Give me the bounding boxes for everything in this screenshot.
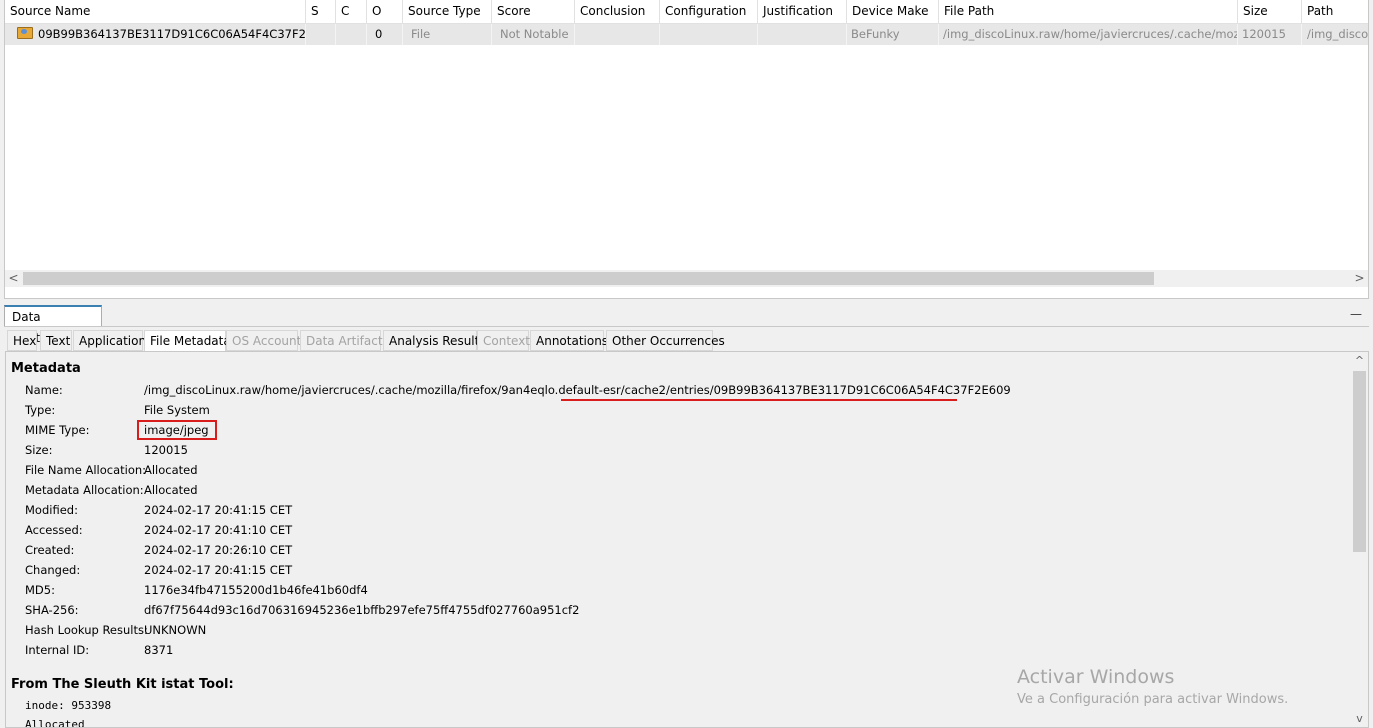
md5-value: 1176e34fb47155200d1b46fe41b60df4 — [144, 583, 368, 597]
modified-value: 2024-02-17 20:41:15 CET — [144, 503, 293, 517]
created-value: 2024-02-17 20:26:10 CET — [144, 543, 293, 557]
column-header-conclusion[interactable]: Conclusion — [575, 0, 660, 23]
tab-other-occurrences[interactable]: Other Occurrences — [606, 330, 725, 351]
internal-id-label: Internal ID: — [25, 643, 90, 657]
tab-data-artifacts: Data Artifacts — [300, 330, 389, 351]
column-header-file-path[interactable]: File Path — [939, 0, 1238, 23]
name-label: Name: — [25, 383, 63, 397]
sha256-value: df67f75644d93c16d706316945236e1bffb297ef… — [144, 603, 580, 617]
table-row[interactable]: 09B99B364137BE3117D91C6C06A54F4C37F2E609… — [5, 24, 1368, 45]
cell-s — [306, 24, 336, 45]
file-name-allocation-label: File Name Allocation: — [25, 463, 147, 477]
column-header-device-make[interactable]: Device Make — [847, 0, 939, 23]
sha256-label: SHA-256: — [25, 603, 79, 617]
cell-conclusion — [575, 24, 660, 45]
tab-hex[interactable]: Hex — [7, 330, 37, 351]
cell-device-make: BeFunky — [847, 24, 939, 45]
column-header-size[interactable]: Size — [1238, 0, 1302, 23]
changed-label: Changed: — [25, 563, 81, 577]
name-highlight-underline — [561, 399, 957, 401]
column-header-configuration[interactable]: Configuration — [660, 0, 758, 23]
mime-type-highlight-box — [137, 420, 217, 440]
tab-context: Context — [477, 330, 530, 351]
activate-windows-title: Activar Windows — [1017, 666, 1175, 688]
horizontal-scroll-thumb[interactable] — [23, 272, 1154, 285]
metadata-heading: Metadata — [11, 361, 81, 376]
horizontal-scrollbar[interactable]: < > — [5, 270, 1368, 287]
md5-label: MD5: — [25, 583, 55, 597]
metadata-allocation-value: Allocated — [144, 483, 198, 497]
istat-inode-line: inode: 953398 — [25, 699, 112, 712]
metadata-allocation-label: Metadata Allocation: — [25, 483, 144, 497]
tab-bar-divider — [4, 326, 1369, 327]
hash-lookup-label: Hash Lookup Results: — [25, 623, 148, 637]
activate-windows-subtitle: Ve a Configuración para activar Windows. — [1017, 692, 1289, 707]
cell-configuration — [660, 24, 758, 45]
cell-c — [336, 24, 367, 45]
results-table[interactable]: Source Name S C O Source Type Score Conc… — [4, 0, 1369, 299]
source-name-text: 09B99B364137BE3117D91C6C06A54F4C37F2E609 — [38, 27, 306, 41]
cell-justification — [758, 24, 847, 45]
tab-application[interactable]: Application — [73, 330, 146, 351]
tab-file-metadata[interactable]: File Metadata — [144, 330, 231, 352]
cell-path: /img_disco — [1302, 24, 1368, 45]
file-name-allocation-value: Allocated — [144, 463, 198, 477]
column-header-score[interactable]: Score — [492, 0, 575, 23]
column-header-s[interactable]: S — [306, 0, 336, 23]
mime-type-label: MIME Type: — [25, 423, 90, 437]
internal-id-value: 8371 — [144, 643, 174, 657]
cell-source-type: File — [403, 24, 492, 45]
accessed-label: Accessed: — [25, 523, 83, 537]
column-header-c[interactable]: C — [336, 0, 367, 23]
cell-o: 0 — [367, 24, 403, 45]
scroll-right-icon[interactable]: > — [1351, 270, 1368, 287]
table-header: Source Name S C O Source Type Score Conc… — [5, 0, 1368, 24]
column-header-source-type[interactable]: Source Type — [403, 0, 492, 23]
vertical-scrollbar[interactable]: ^ v — [1351, 352, 1368, 727]
vertical-scroll-thumb[interactable] — [1353, 371, 1366, 552]
istat-allocated-line: Allocated — [25, 718, 85, 728]
type-label: Type: — [25, 403, 56, 417]
column-header-o[interactable]: O — [367, 0, 403, 23]
tab-analysis-results[interactable]: Analysis Results — [383, 330, 486, 351]
minimize-icon[interactable]: — — [1349, 307, 1363, 323]
accessed-value: 2024-02-17 20:41:10 CET — [144, 523, 293, 537]
image-file-icon — [17, 27, 33, 39]
scroll-down-icon[interactable]: v — [1351, 710, 1368, 727]
created-label: Created: — [25, 543, 75, 557]
type-value: File System — [144, 403, 210, 417]
tab-text[interactable]: Text — [40, 330, 72, 351]
scroll-up-icon[interactable]: ^ — [1351, 352, 1368, 369]
size-label: Size: — [25, 443, 53, 457]
cell-score: Not Notable — [492, 24, 575, 45]
tab-data-content[interactable]: Data Content — [4, 305, 102, 345]
column-header-path[interactable]: Path — [1302, 0, 1368, 23]
cell-size: 120015 — [1238, 24, 1302, 45]
name-value: /img_discoLinux.raw/home/javiercruces/.c… — [144, 383, 1011, 397]
column-header-source-name[interactable]: Source Name — [5, 0, 306, 23]
istat-heading: From The Sleuth Kit istat Tool: — [11, 677, 234, 692]
modified-label: Modified: — [25, 503, 78, 517]
cell-source-name: 09B99B364137BE3117D91C6C06A54F4C37F2E609 — [5, 24, 306, 45]
column-header-justification[interactable]: Justification — [758, 0, 847, 23]
size-value: 120015 — [144, 443, 188, 457]
panel-tab-bar: Data Content — — [4, 305, 1369, 345]
tab-annotations[interactable]: Annotations — [530, 330, 608, 351]
tab-os-account: OS Account — [226, 330, 301, 351]
changed-value: 2024-02-17 20:41:15 CET — [144, 563, 293, 577]
hash-lookup-value: UNKNOWN — [144, 623, 207, 637]
cell-file-path: /img_discoLinux.raw/home/javiercruces/.c… — [939, 24, 1238, 45]
scroll-left-icon[interactable]: < — [5, 270, 22, 287]
